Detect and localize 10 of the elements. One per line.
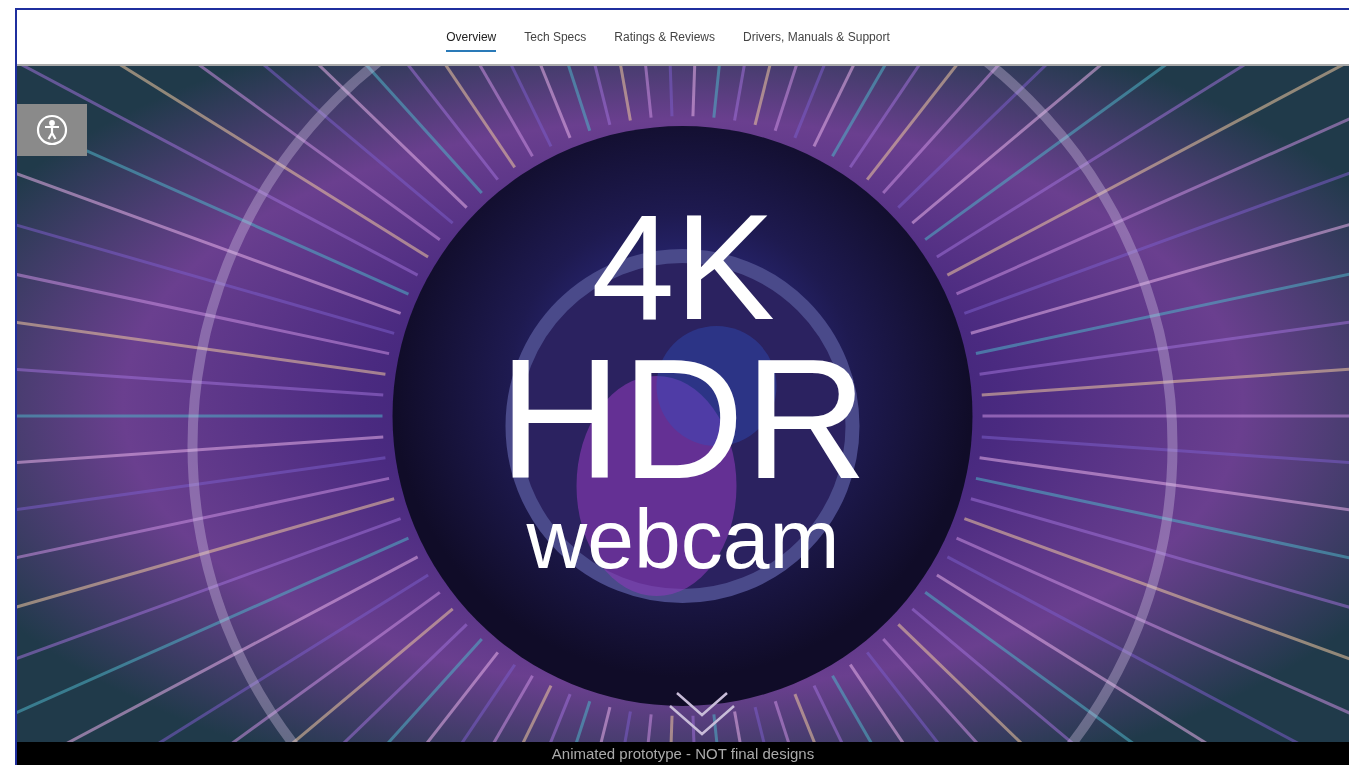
nav-tab[interactable]: Drivers, Manuals & Support: [743, 22, 890, 52]
nav-tab[interactable]: Ratings & Reviews: [614, 22, 715, 52]
headline-text: HDR: [498, 338, 868, 500]
caption-bar: Animated prototype - NOT final designs: [17, 742, 1349, 765]
headline-text: 4K: [591, 196, 775, 339]
accessibility-button[interactable]: [17, 104, 87, 156]
nav-tab[interactable]: Tech Specs: [524, 22, 587, 52]
nav-tab[interactable]: Overview: [446, 22, 497, 52]
headline-text: webcam: [526, 500, 840, 580]
accessibility-icon: [35, 113, 69, 147]
